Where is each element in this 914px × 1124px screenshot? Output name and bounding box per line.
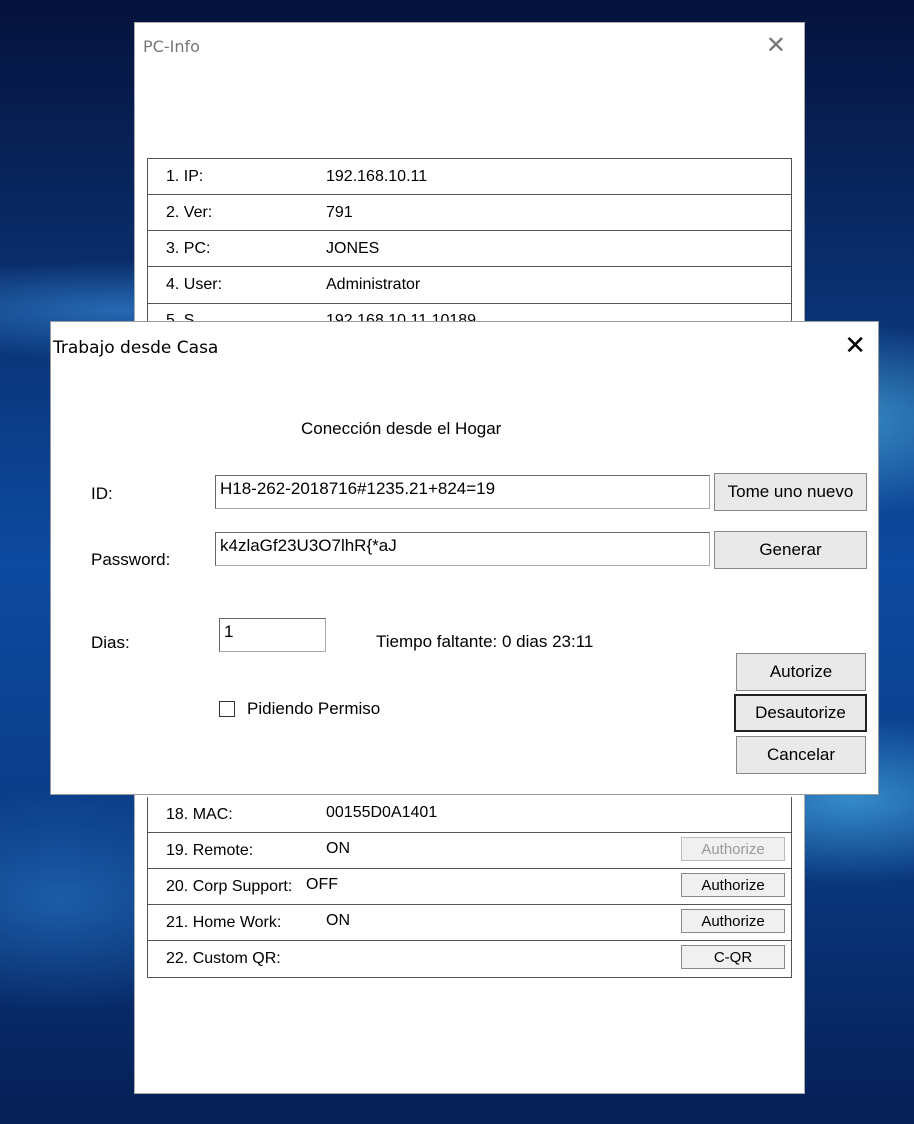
table-row: 2. Ver: 791 (148, 195, 791, 231)
row-value-home-work: ON (326, 912, 350, 929)
table-row: 3. PC: JONES (148, 231, 791, 267)
row-value-ip: 192.168.10.11 (326, 168, 428, 185)
deauthorize-button[interactable]: Desautorize (734, 694, 867, 732)
dialog-title: Trabajo desde Casa (53, 338, 219, 358)
info-table-top: 1. IP: 192.168.10.11 2. Ver: 791 3. PC: … (147, 158, 792, 304)
pc-info-title: PC-Info (143, 37, 200, 56)
new-id-button[interactable]: Tome uno nuevo (714, 473, 867, 511)
row-label-user: 4. User: (166, 276, 223, 293)
row-label-ver: 2. Ver: (166, 204, 213, 221)
row-label-corp-support: 20. Corp Support: (166, 878, 293, 895)
row-value-pc: JONES (326, 240, 380, 257)
row-label-pc: 3. PC: (166, 240, 211, 257)
id-label: ID: (91, 484, 113, 503)
cancel-button[interactable]: Cancelar (736, 736, 866, 774)
row-label-remote: 19. Remote: (166, 842, 254, 859)
row-label-custom-qr: 22. Custom QR: (166, 950, 281, 967)
info-table-bottom: 18. MAC: 00155D0A1401 19. Remote: ON Aut… (147, 797, 792, 978)
dias-field[interactable]: 1 (219, 618, 326, 652)
remaining-time: Tiempo faltante: 0 dias 23:11 (376, 632, 594, 651)
table-row: 19. Remote: ON Authorize (148, 833, 791, 869)
row-value-user: Administrator (326, 276, 421, 293)
custom-qr-button[interactable]: C-QR (681, 945, 785, 969)
table-row: 20. Corp Support: OFF Authorize (148, 869, 791, 905)
close-icon[interactable]: ✕ (844, 332, 866, 358)
table-row: 1. IP: 192.168.10.11 (148, 159, 791, 195)
dias-label: Dias: (91, 633, 130, 652)
row-value-mac: 00155D0A1401 (326, 804, 438, 821)
pidiendo-permiso-checkbox[interactable] (219, 701, 235, 717)
dialog-heading: Conección desde el Hogar (301, 419, 502, 438)
row-label-home-work: 21. Home Work: (166, 914, 282, 931)
remote-authorize-button[interactable]: Authorize (681, 837, 785, 861)
row-value-ver: 791 (326, 204, 353, 221)
table-row: 18. MAC: 00155D0A1401 (148, 797, 791, 833)
table-row: 22. Custom QR: C-QR (148, 941, 791, 977)
corp-support-authorize-button[interactable]: Authorize (681, 873, 785, 897)
checkbox-label: Pidiendo Permiso (247, 699, 381, 718)
password-label: Password: (91, 550, 171, 569)
row-label-mac: 18. MAC: (166, 806, 233, 823)
close-icon[interactable]: ✕ (766, 33, 786, 57)
authorize-button[interactable]: Autorize (736, 653, 866, 691)
home-work-dialog: Trabajo desde Casa ✕ Conección desde el … (50, 321, 879, 795)
row-label-ip: 1. IP: (166, 168, 204, 185)
home-work-authorize-button[interactable]: Authorize (681, 909, 785, 933)
table-row: 21. Home Work: ON Authorize (148, 905, 791, 941)
row-value-remote: ON (326, 840, 350, 857)
table-row-partial: 5. S 192.168.10.11.10189 (147, 303, 792, 323)
table-row: 4. User: Administrator (148, 267, 791, 303)
id-field[interactable]: H18-262-2018716#1235.21+824=19 (215, 475, 710, 509)
row-value-corp-support: OFF (306, 876, 338, 893)
generate-button[interactable]: Generar (714, 531, 867, 569)
password-field[interactable]: k4zlaGf23U3O7lhR{*aJ (215, 532, 710, 566)
